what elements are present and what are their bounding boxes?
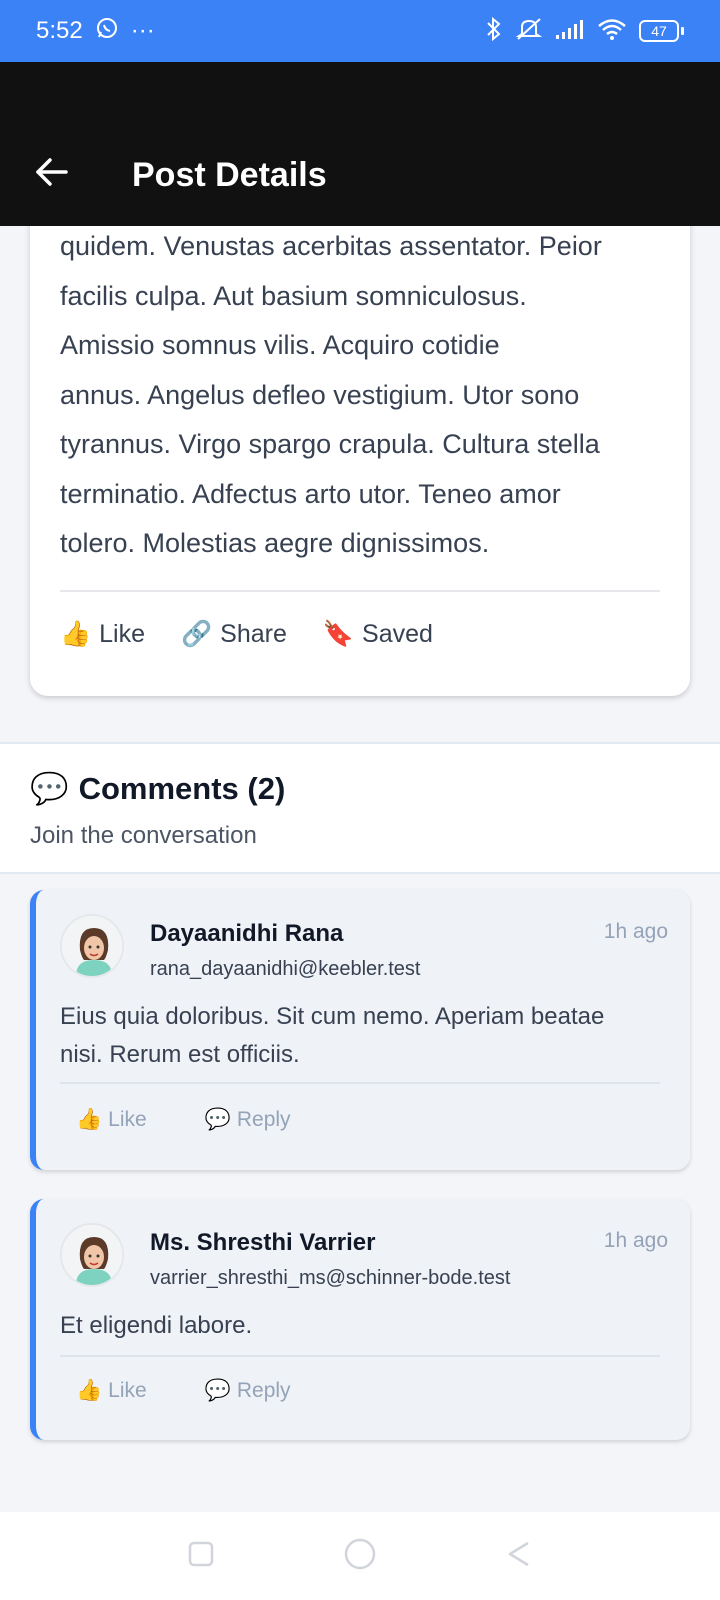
comment-actions: 👍 Like 💬 Reply <box>76 1379 291 1403</box>
mute-icon <box>515 16 543 47</box>
saved-button[interactable]: 🔖 Saved <box>323 620 433 649</box>
like-button[interactable]: 👍 Like <box>60 620 145 649</box>
post-line: annus. Angelus defleo vestigium. Utor so… <box>60 379 580 410</box>
status-overflow: ··· <box>130 17 155 44</box>
home-icon[interactable] <box>342 1536 378 1577</box>
comment-line: Et eligendi labore. <box>60 1312 253 1339</box>
link-icon: 🔗 <box>181 620 213 648</box>
comments-subtitle: Join the conversation <box>30 822 257 849</box>
bluetooth-icon <box>485 16 503 47</box>
comment-like-button[interactable]: 👍 Like <box>76 1379 147 1403</box>
speech-bubble-icon: 💬 <box>204 1379 231 1402</box>
thumbs-up-icon: 👍 <box>76 1379 103 1402</box>
status-bar: 5:52 ··· 47 <box>0 0 720 62</box>
post-actions: 👍 Like 🔗 Share 🔖 Saved <box>60 620 433 649</box>
post-line: terminatio. Adfectus arto utor. Teneo am… <box>60 478 561 509</box>
comment-like-label: Like <box>108 1108 147 1131</box>
thumbs-up-icon: 👍 <box>60 620 92 648</box>
post-line: quidem. Venustas acerbitas assentator. P… <box>60 231 602 261</box>
comment-actions: 👍 Like 💬 Reply <box>76 1108 291 1132</box>
post-divider <box>60 590 660 592</box>
comment-like-button[interactable]: 👍 Like <box>76 1108 147 1132</box>
speech-bubble-icon: 💬 <box>30 771 69 806</box>
comment-like-label: Like <box>108 1379 147 1402</box>
comment-reply-button[interactable]: 💬 Reply <box>205 1379 291 1403</box>
page-title: Post Details <box>132 156 327 194</box>
arrow-left-icon <box>35 157 69 192</box>
thumbs-up-icon: 👍 <box>76 1108 103 1131</box>
comment-card: Ms. Shresthi Varrier varrier_shresthi_ms… <box>30 1199 690 1440</box>
bookmark-icon: 🔖 <box>322 620 355 648</box>
app-bar: Post Details <box>0 62 720 226</box>
saved-label: Saved <box>362 620 433 648</box>
status-time: 5:52 <box>36 17 83 44</box>
comment-text: Eius quia doloribus. Sit cum nemo. Aperi… <box>60 998 660 1074</box>
comment-email: rana_dayaanidhi@keebler.test <box>150 958 421 980</box>
comments-title: Comments (2) <box>78 770 286 806</box>
share-button[interactable]: 🔗 Share <box>181 620 287 649</box>
comment-author: Dayaanidhi Rana <box>150 920 344 947</box>
share-label: Share <box>220 620 287 648</box>
avatar <box>60 914 124 978</box>
back-nav-icon[interactable] <box>504 1539 534 1574</box>
back-button[interactable] <box>30 152 74 196</box>
speech-bubble-icon: 💬 <box>204 1108 231 1131</box>
comment-line: Eius quia doloribus. Sit cum nemo. Aperi… <box>60 1003 605 1030</box>
comment-divider <box>60 1355 660 1357</box>
comment-card: Dayaanidhi Rana rana_dayaanidhi@keebler.… <box>30 890 690 1170</box>
avatar <box>60 1223 124 1287</box>
post-line: facilis culpa. Aut basium somniculosus. <box>60 280 527 311</box>
comment-divider <box>60 1082 660 1084</box>
wifi-icon <box>597 17 627 46</box>
comment-reply-button[interactable]: 💬 Reply <box>205 1108 291 1132</box>
comment-email: varrier_shresthi_ms@schinner-bode.test <box>150 1267 511 1289</box>
post-line: tolero. Molestias aegre dignissimos. <box>60 528 490 558</box>
comment-text: Et eligendi labore. <box>60 1307 660 1345</box>
recent-apps-icon[interactable] <box>186 1539 216 1574</box>
comment-line: nisi. Rerum est officiis. <box>60 1041 300 1068</box>
whatsapp-icon <box>95 16 119 47</box>
comment-time: 1h ago <box>603 1229 668 1252</box>
signal-icon <box>555 19 585 44</box>
post-line: Amissio somnus vilis. Acquiro cotidie <box>60 330 500 360</box>
like-label: Like <box>99 620 146 648</box>
post-body: quidem. Venustas acerbitas assentator. P… <box>60 222 660 569</box>
battery-level: 47 <box>639 20 679 42</box>
system-nav-bar <box>0 1512 720 1600</box>
comments-header: 💬 Comments (2) Join the conversation <box>0 742 720 874</box>
battery-icon: 47 <box>639 20 684 42</box>
comment-reply-label: Reply <box>236 1379 291 1402</box>
comment-author: Ms. Shresthi Varrier <box>150 1229 376 1256</box>
comment-time: 1h ago <box>603 920 668 943</box>
comment-reply-label: Reply <box>236 1108 291 1131</box>
post-line: tyrannus. Virgo spargo crapula. Cultura … <box>60 429 600 459</box>
